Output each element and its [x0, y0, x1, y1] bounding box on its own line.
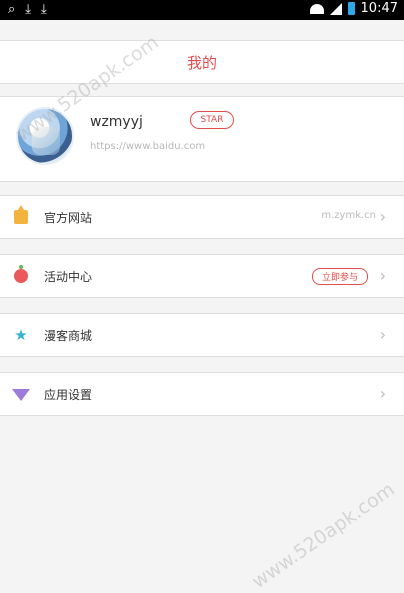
profile-url: https://www.baidu.com — [90, 141, 206, 152]
menu-item-activity-center[interactable]: 活动中心 立即参与 › — [0, 254, 404, 298]
menu-item-official-site[interactable]: 官方网站 m.zymk.cn › — [0, 195, 404, 239]
menu-item-label: 漫客商城 — [44, 329, 93, 343]
search-icon: ⌕ — [8, 2, 16, 17]
page-header: 我的 — [0, 40, 404, 84]
event-icon — [14, 265, 28, 283]
chevron-right-icon: › — [379, 207, 386, 226]
profile-card[interactable]: wzmyyj STAR https://www.baidu.com — [0, 96, 404, 182]
username: wzmyyj — [90, 114, 143, 130]
chevron-right-icon: › — [379, 384, 386, 403]
menu-item-label: 应用设置 — [44, 388, 93, 402]
chevron-right-icon: › — [379, 266, 386, 285]
status-bar: ⌕ ⤓ ⤓ 10:47 — [0, 0, 404, 20]
download-icon: ⤓ — [25, 2, 32, 17]
download-icon: ⤓ — [41, 2, 47, 17]
avatar[interactable] — [16, 107, 74, 165]
join-now-button[interactable]: 立即参与 — [312, 268, 368, 285]
signal-icon — [329, 2, 342, 15]
star-badge: STAR — [190, 111, 234, 129]
site-url-value: m.zymk.cn — [321, 210, 376, 221]
watermark-bottom: www.520apk.com — [248, 478, 399, 593]
menu-item-app-settings[interactable]: 应用设置 › — [0, 372, 404, 416]
star-icon: ★ — [14, 326, 28, 344]
battery-icon — [347, 2, 355, 15]
chevron-right-icon: › — [379, 325, 386, 344]
menu-item-label: 活动中心 — [44, 270, 93, 284]
status-icons-right: 10:47 — [309, 1, 398, 16]
page-title: 我的 — [186, 53, 217, 72]
wifi-icon — [309, 3, 324, 14]
menu-item-comic-store[interactable]: ★ 漫客商城 › — [0, 313, 404, 357]
gem-icon — [12, 389, 30, 401]
menu-item-label: 官方网站 — [44, 211, 93, 225]
house-icon — [14, 205, 28, 224]
status-time: 10:47 — [360, 1, 398, 16]
status-icons-left: ⌕ ⤓ ⤓ — [8, 2, 47, 17]
